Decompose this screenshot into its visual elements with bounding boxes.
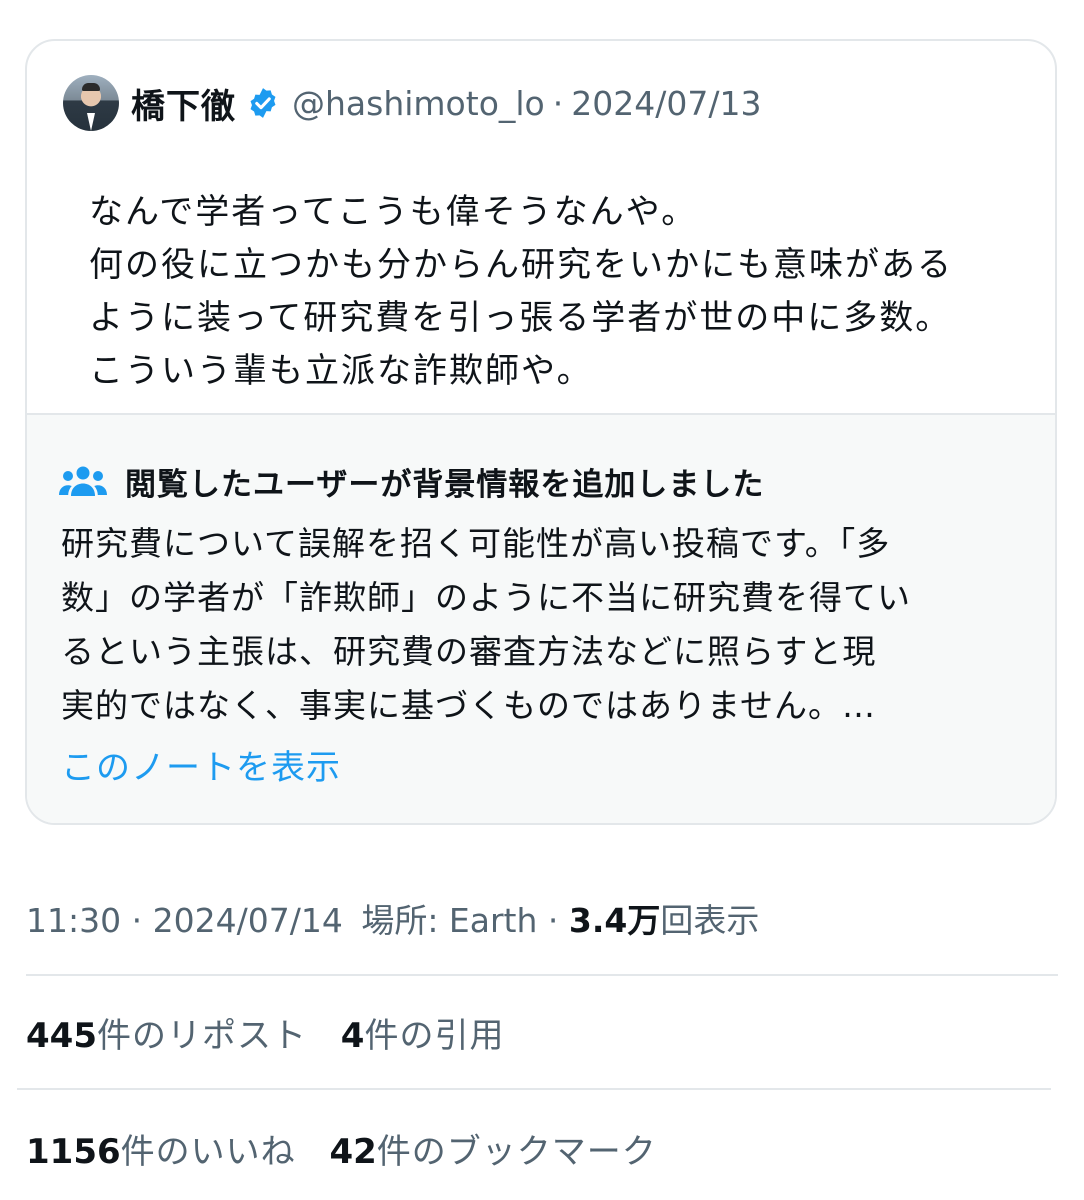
reposts-label: 件のリポスト [96, 1016, 307, 1056]
avatar[interactable] [63, 75, 119, 131]
avatar-hair [82, 83, 100, 91]
community-note: 閲覧したユーザーが背景情報を追加しました 研究費について誤解を招く可能性が高い投… [27, 413, 1055, 823]
verified-badge-icon [250, 88, 276, 118]
divider [26, 974, 1058, 976]
view-count: 3.4万 [568, 901, 661, 940]
header-separator: · [552, 83, 564, 123]
show-note-link[interactable]: このノートを表示 [61, 740, 341, 789]
stats-row-reposts: 445件のリポスト 4件の引用 [26, 1008, 504, 1057]
meta-separator-2: · [547, 901, 559, 940]
divider [17, 1088, 1051, 1090]
tweet-time[interactable]: 11:30 [26, 901, 121, 940]
avatar-shirt [87, 113, 95, 131]
bookmarks-stat[interactable]: 42件のブックマーク [329, 1124, 656, 1173]
bookmarks-label: 件のブックマーク [376, 1132, 657, 1172]
author-handle[interactable]: @hashimoto_lo [292, 84, 545, 123]
tweet-detail: 橋下徹 @hashimoto_lo · 2024/07/13 なんで学者ってこう… [0, 0, 1084, 1200]
likes-count: 1156 [26, 1132, 121, 1172]
view-count-label: 回表示 [660, 901, 760, 940]
tweet-meta: 11:30 · 2024/07/14 場所: Earth · 3.4万回表示 [26, 894, 759, 942]
quotes-label: 件の引用 [364, 1016, 505, 1056]
quotes-stat[interactable]: 4件の引用 [341, 1008, 505, 1057]
reposts-stat[interactable]: 445件のリポスト [26, 1008, 307, 1057]
author-name[interactable]: 橋下徹 [131, 79, 236, 128]
community-note-body: 研究費について誤解を招く可能性が高い投稿です。「多 数」の学者が「詐欺師」のよう… [61, 524, 911, 725]
bookmarks-count: 42 [329, 1132, 377, 1172]
stats-row-likes: 1156件のいいね 42件のブックマーク [26, 1124, 657, 1173]
quoted-tweet-header: 橋下徹 @hashimoto_lo · 2024/07/13 [63, 75, 761, 131]
quoted-tweet-text: なんで学者ってこうも偉そうなんや。 何の役に立つかも分からん研究をいかにも意味が… [89, 192, 953, 391]
community-note-header: 閲覧したユーザーが背景情報を追加しました [59, 459, 764, 504]
quoted-tweet-date[interactable]: 2024/07/13 [571, 84, 761, 123]
quotes-count: 4 [340, 1016, 365, 1056]
reposts-count: 445 [26, 1016, 97, 1056]
quoted-tweet-card[interactable]: 橋下徹 @hashimoto_lo · 2024/07/13 なんで学者ってこう… [25, 39, 1057, 825]
people-icon [59, 466, 107, 496]
meta-separator: · [131, 901, 143, 940]
tweet-location: 場所: Earth [361, 901, 538, 940]
community-note-title: 閲覧したユーザーが背景情報を追加しました [125, 467, 765, 503]
likes-label: 件のいいね [120, 1132, 296, 1172]
likes-stat[interactable]: 1156件のいいね [26, 1124, 296, 1173]
tweet-date[interactable]: 2024/07/14 [153, 901, 343, 940]
